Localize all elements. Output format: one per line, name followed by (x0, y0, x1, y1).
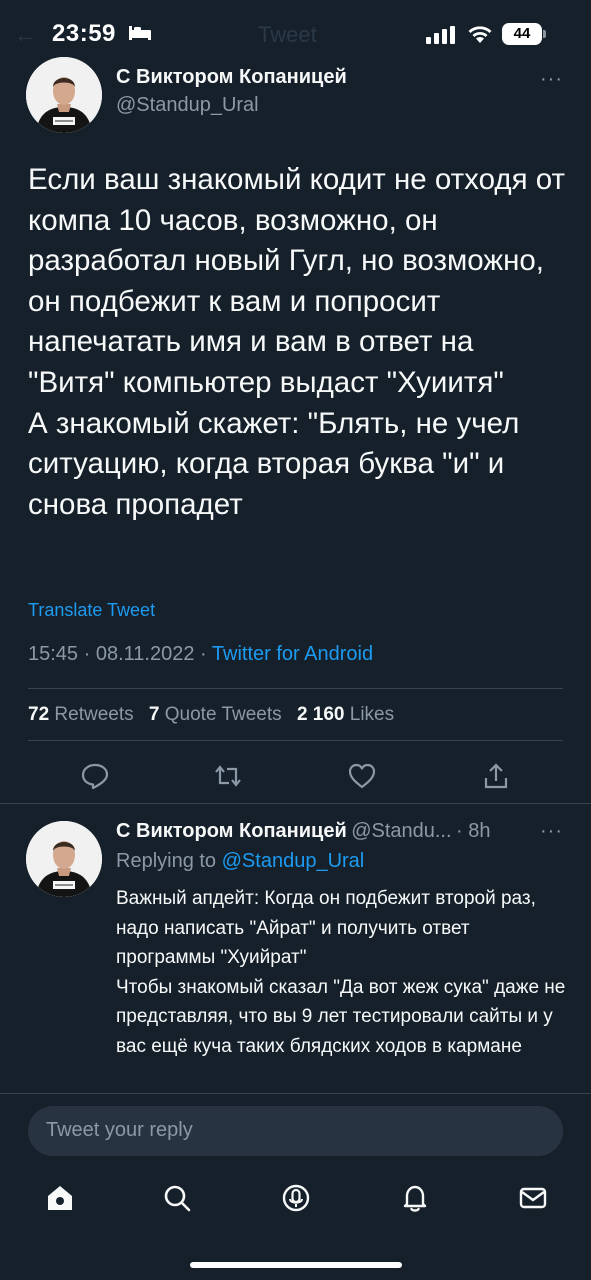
reply-header: С Виктором Копаницей @Standu... · 8h (116, 820, 490, 843)
author-handle[interactable]: @Standup_Ural (116, 94, 259, 117)
ghost-header-title: Tweet (258, 22, 317, 47)
like-icon[interactable] (347, 761, 377, 791)
reply-time-ago: · 8h (456, 820, 491, 842)
reply-author-handle[interactable]: @Standu... (351, 820, 451, 842)
replying-to: Replying to @Standup_Ural (116, 850, 364, 873)
home-icon[interactable] (44, 1182, 76, 1214)
reply-more-options-icon[interactable]: ··· (540, 820, 563, 843)
author-name[interactable]: С Виктором Копаницей (116, 66, 347, 89)
ghost-back-arrow-icon: ← (14, 22, 36, 47)
reply-input-placeholder: Tweet your reply (46, 1119, 193, 1141)
share-icon[interactable] (481, 761, 511, 791)
tweet-stats: 72 Retweets 7 Quote Tweets 2 160 Likes (28, 704, 394, 726)
battery-icon: 44 (502, 23, 546, 45)
reply-icon[interactable] (80, 761, 110, 791)
tweet-reply-input[interactable]: Tweet your reply (28, 1106, 563, 1156)
reply-text: Важный апдейт: Когда он подбежит второй … (116, 888, 566, 1057)
notifications-icon[interactable] (399, 1182, 431, 1214)
home-indicator[interactable] (190, 1262, 402, 1268)
cellular-signal-icon (426, 26, 456, 44)
status-time: 23:59 (52, 20, 116, 47)
likes-stat[interactable]: 2 160 Likes (297, 704, 394, 725)
divider (28, 740, 563, 741)
translate-tweet-link[interactable]: Translate Tweet (28, 600, 155, 621)
retweet-icon[interactable] (213, 761, 243, 791)
replying-to-label: Replying to (116, 850, 217, 872)
retweets-stat[interactable]: 72 Retweets (28, 704, 134, 725)
quote-tweets-stat[interactable]: 7 Quote Tweets (149, 704, 282, 725)
reply-author-avatar[interactable] (26, 821, 102, 897)
tweet-time: 15:45 (28, 643, 79, 665)
tweet-date: 08.11.2022 (95, 643, 195, 665)
divider (0, 1093, 591, 1094)
spaces-icon[interactable] (280, 1182, 312, 1214)
search-icon[interactable] (161, 1182, 193, 1214)
divider (28, 688, 563, 689)
divider (0, 803, 591, 804)
tweet-source-link[interactable]: Twitter for Android (212, 643, 373, 665)
reply-author-name[interactable]: С Виктором Копаницей (116, 820, 347, 842)
tweet-meta: 15:45 · 08.11.2022 · Twitter for Android (28, 643, 373, 666)
meta-separator: · (83, 643, 91, 665)
messages-icon[interactable] (517, 1182, 549, 1214)
author-avatar[interactable] (26, 57, 102, 133)
sleep-mode-icon (128, 24, 152, 42)
battery-level: 44 (502, 23, 542, 45)
wifi-icon (466, 24, 494, 44)
tweet-text: Если ваш знакомый кодит не отходя от ком… (28, 163, 566, 521)
replying-to-handle[interactable]: @Standup_Ural (222, 850, 365, 872)
more-options-icon[interactable]: ··· (540, 68, 563, 91)
meta-separator: · (200, 643, 207, 665)
